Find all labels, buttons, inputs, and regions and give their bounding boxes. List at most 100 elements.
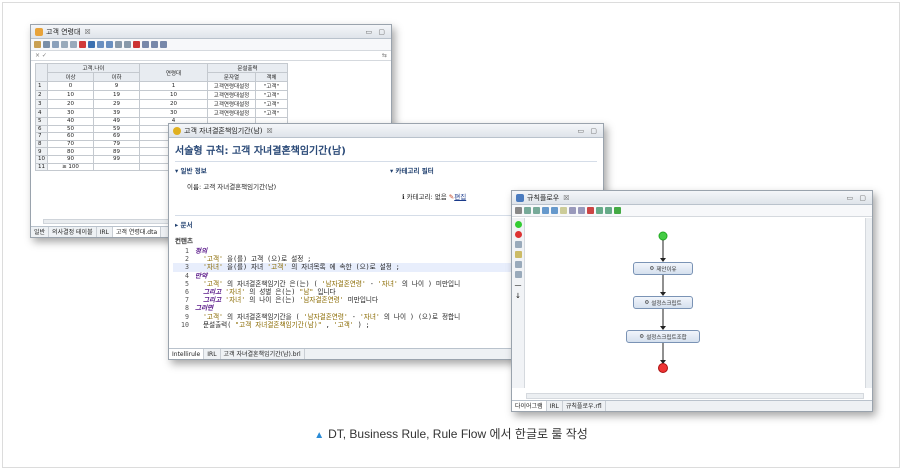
fit-icon[interactable] bbox=[542, 207, 549, 214]
script-node-icon[interactable] bbox=[514, 251, 522, 258]
table-cell-max[interactable]: 39 bbox=[93, 108, 140, 118]
table-cell-min[interactable]: 0 bbox=[47, 81, 94, 91]
delete-icon[interactable] bbox=[587, 207, 594, 214]
table-cell-n[interactable]: 7 bbox=[35, 132, 48, 141]
table-cell-band[interactable]: 30 bbox=[139, 108, 208, 118]
refresh-icon[interactable] bbox=[142, 41, 149, 48]
table-cell-min[interactable]: 50 bbox=[47, 124, 94, 134]
flow-canvas[interactable]: ⚙ 제안이유 ⚙ 설정스크립트 ⚙ 설정스크립트조합 bbox=[526, 218, 864, 388]
arrow-down-icon[interactable]: ↓ bbox=[515, 292, 521, 300]
tab-diagram[interactable]: 다이어그램 bbox=[512, 401, 547, 411]
window-controls[interactable]: ▭ ▢ bbox=[578, 127, 599, 135]
tab-irl[interactable]: IRL bbox=[97, 227, 113, 237]
table-cell-min[interactable]: 40 bbox=[47, 117, 94, 126]
merge-icon[interactable] bbox=[115, 41, 122, 48]
table-cell-min[interactable]: 10 bbox=[47, 90, 94, 100]
copy-icon[interactable] bbox=[569, 207, 576, 214]
start-node-icon[interactable] bbox=[514, 221, 522, 228]
tab-decision-table[interactable]: 의사결정 테이블 bbox=[49, 227, 97, 237]
delete-icon[interactable] bbox=[79, 41, 86, 48]
copy-icon[interactable] bbox=[52, 41, 59, 48]
edit-link[interactable]: 편집 bbox=[454, 193, 466, 201]
table-cell-n[interactable]: 6 bbox=[35, 124, 48, 134]
flow-node-1[interactable]: ⚙ 제안이유 bbox=[633, 262, 693, 275]
redo-icon[interactable] bbox=[605, 207, 612, 214]
table-cell-min[interactable]: 90 bbox=[47, 154, 94, 164]
tab-close-icon[interactable]: ☒ bbox=[84, 28, 90, 36]
tab-irl[interactable]: IRL bbox=[204, 349, 221, 359]
flow-vertical-scrollbar[interactable] bbox=[865, 218, 872, 388]
category-filter-toggle[interactable]: ▾ 카테고리 필터 bbox=[390, 165, 597, 175]
table-cell-max[interactable]: 59 bbox=[93, 124, 140, 134]
table-cell-n[interactable]: 3 bbox=[35, 99, 48, 109]
tab-general[interactable]: 일반 bbox=[31, 227, 50, 237]
join-node-icon[interactable] bbox=[514, 271, 522, 278]
end-node-icon[interactable] bbox=[514, 231, 522, 238]
insert-col-icon[interactable] bbox=[70, 41, 77, 48]
edit-icon[interactable] bbox=[34, 41, 41, 48]
flow-node-3[interactable]: ⚙ 설정스크립트조합 bbox=[626, 330, 700, 343]
table-cell-max[interactable]: 9 bbox=[93, 81, 140, 91]
end-node[interactable] bbox=[658, 363, 668, 373]
tab-brl-file[interactable]: 고객 자녀결혼책임기간(남).brl bbox=[221, 349, 305, 359]
table-cell-sentence[interactable]: 고객연령대설정 bbox=[207, 81, 256, 91]
table-cell-n[interactable]: 4 bbox=[35, 108, 48, 118]
paste-icon[interactable] bbox=[578, 207, 585, 214]
table-cell-min[interactable]: 20 bbox=[47, 99, 94, 109]
table-cell-obj[interactable]: "고객" bbox=[255, 108, 288, 118]
window-controls[interactable]: ▭ ▢ bbox=[366, 28, 387, 36]
tab-dta-file[interactable]: 고객 연령대.dta bbox=[112, 227, 162, 237]
flow-horizontal-scrollbar[interactable] bbox=[526, 393, 864, 399]
view-icon[interactable] bbox=[160, 41, 167, 48]
table-cell-sentence[interactable]: 고객연령대설정 bbox=[207, 108, 256, 118]
split-node-icon[interactable] bbox=[514, 261, 522, 268]
flow-node-2[interactable]: ⚙ 설정스크립트 bbox=[633, 296, 693, 309]
table-cell-min[interactable]: 70 bbox=[47, 139, 94, 149]
table-row[interactable]: 4 30 39 30 고객연령대설정 "고객" bbox=[35, 108, 288, 118]
table-cell-max[interactable]: 49 bbox=[93, 117, 140, 126]
save-icon[interactable] bbox=[43, 41, 50, 48]
undo-icon[interactable] bbox=[596, 207, 603, 214]
move-up-icon[interactable] bbox=[97, 41, 104, 48]
table-cell-n[interactable]: 8 bbox=[35, 139, 48, 149]
table-cell-max[interactable]: 79 bbox=[93, 139, 140, 149]
table-cell-max[interactable]: 89 bbox=[93, 147, 140, 156]
sort-icon[interactable] bbox=[88, 41, 95, 48]
table-cell-n[interactable]: 5 bbox=[35, 117, 48, 126]
dt-formula-bar[interactable]: × ✓ ⇆ bbox=[31, 51, 391, 61]
table-cell-max[interactable]: 99 bbox=[93, 154, 140, 164]
tab-intellirule[interactable]: Intellirule bbox=[169, 349, 205, 359]
zoom-in-icon[interactable] bbox=[524, 207, 531, 214]
table-row[interactable]: 2 10 19 10 고객연령대설정 "고객" bbox=[35, 90, 288, 100]
table-cell-obj[interactable]: "고객" bbox=[255, 90, 288, 100]
table-cell-max[interactable]: 29 bbox=[93, 99, 140, 109]
rule-node-icon[interactable] bbox=[514, 241, 522, 248]
table-cell-n[interactable]: 10 bbox=[35, 154, 48, 164]
table-cell-min[interactable]: ≥ 100 bbox=[47, 162, 94, 172]
table-cell-max[interactable] bbox=[93, 162, 140, 172]
table-cell-max[interactable]: 69 bbox=[93, 132, 140, 141]
window-controls[interactable]: ▭ ▢ bbox=[847, 194, 868, 202]
table-row[interactable]: 3 20 29 20 고객연령대설정 "고객" bbox=[35, 99, 288, 109]
tab-irl[interactable]: IRL bbox=[547, 401, 563, 411]
table-cell-min[interactable]: 60 bbox=[47, 132, 94, 141]
start-node[interactable] bbox=[658, 231, 668, 241]
cut-icon[interactable] bbox=[560, 207, 567, 214]
select-icon[interactable] bbox=[515, 207, 522, 214]
stop-icon[interactable] bbox=[133, 41, 140, 48]
tab-rfl-file[interactable]: 규칙플로우.rfl bbox=[563, 401, 606, 411]
table-cell-n[interactable]: 2 bbox=[35, 90, 48, 100]
table-cell-min[interactable]: 30 bbox=[47, 108, 94, 118]
table-cell-band[interactable]: 1 bbox=[139, 81, 208, 91]
table-cell-obj[interactable]: "고객" bbox=[255, 81, 288, 91]
tab-close-icon[interactable]: ☒ bbox=[267, 127, 273, 135]
general-info-toggle[interactable]: ▾ 일반 정보 bbox=[175, 165, 390, 175]
table-cell-band[interactable]: 10 bbox=[139, 90, 208, 100]
grid-icon[interactable] bbox=[151, 41, 158, 48]
table-cell-min[interactable]: 80 bbox=[47, 147, 94, 156]
grid-icon[interactable] bbox=[551, 207, 558, 214]
table-cell-max[interactable]: 19 bbox=[93, 90, 140, 100]
insert-row-icon[interactable] bbox=[61, 41, 68, 48]
table-cell-n[interactable]: 11 bbox=[35, 162, 48, 172]
table-row[interactable]: 1 0 9 1 고객연령대설정 "고객" bbox=[35, 81, 288, 91]
